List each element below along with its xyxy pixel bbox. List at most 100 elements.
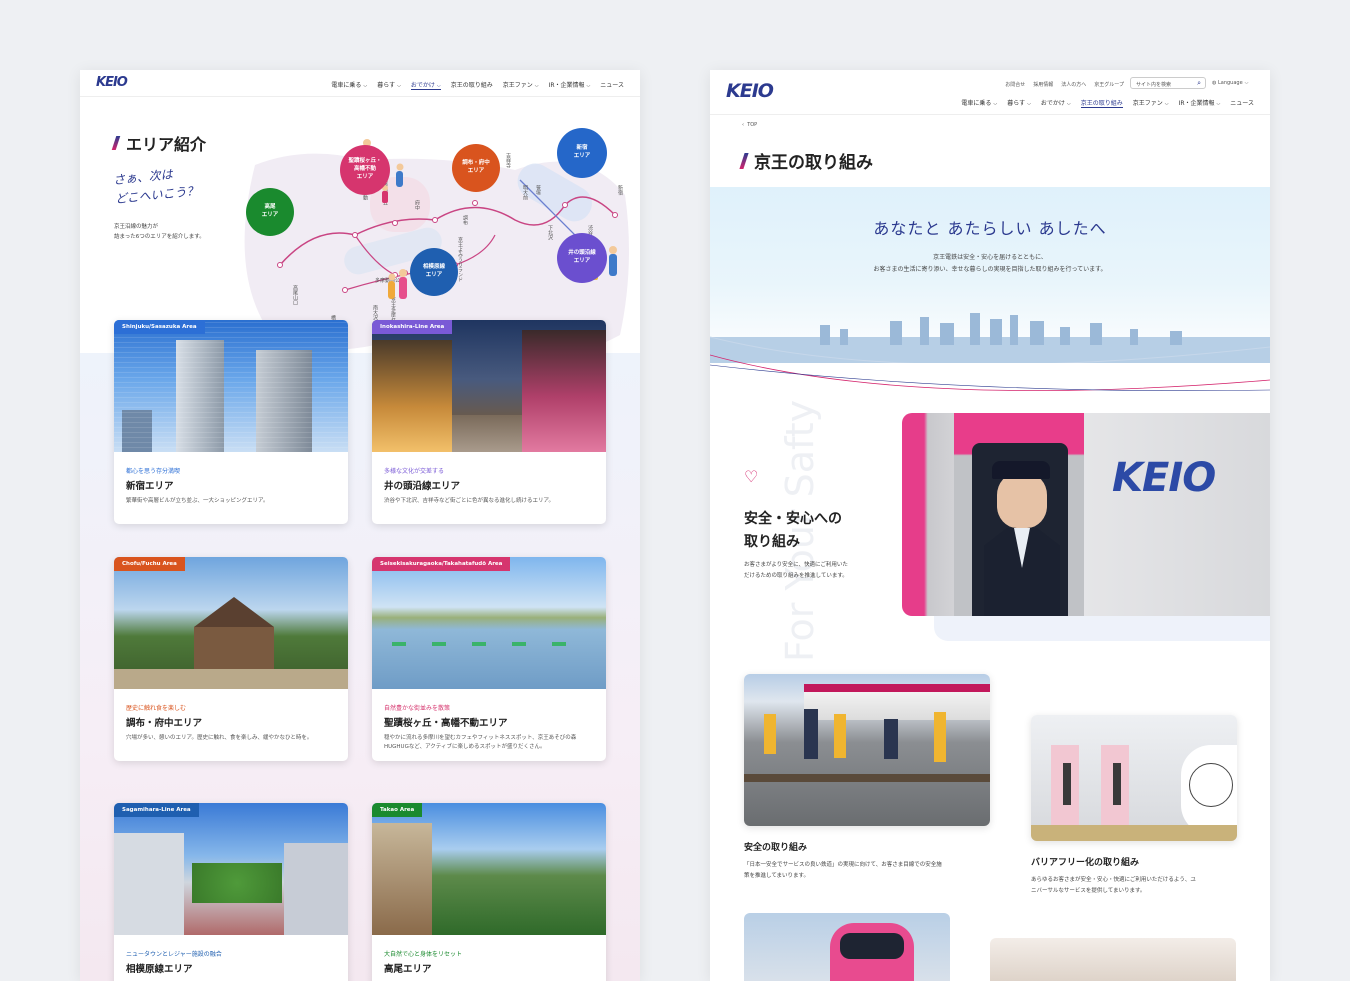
seiseki-photo: Seisekisakuragaoka/Takahatafudō Area [372,557,606,689]
heart-hand-icon: ♡ [744,467,759,486]
nav-item-ir[interactable]: IR・企業情報 ⌵ [549,80,591,90]
takao-photo: Takao Area [372,803,606,935]
util-contact[interactable]: お問合せ [1005,81,1025,88]
sagamihara-photo: Sagamihara-Line Area [114,803,348,935]
card-tag: Sagamihara-Line Area [114,803,199,817]
card-category: 多様な文化が交差する [384,468,445,475]
utility-nav: お問合せ 採用情報 法人の方へ 京王グループ [1005,81,1124,88]
station-label: 明大前 [522,185,528,201]
card-desc: 穏やかに流れる多摩川を望むカフェやフィットネススポット、京王あそびの森 HUGH… [384,735,577,750]
item-title-barrier-free[interactable]: バリアフリー化の取り組み [1031,855,1139,868]
util-group[interactable]: 京王グループ [1094,81,1124,88]
card-desc: 穴場が多い、憩いのエリア。歴史に触れ、食を楽しみ、緩やかなひと時を。 [126,735,313,741]
bubble-seiseki[interactable]: 聖蹟桜ヶ丘・ 高幡不動 エリア [340,145,390,195]
station-label: 南大沢 [372,304,378,321]
globe-icon: ◍ [1212,80,1217,86]
card-name: 聖蹟桜ヶ丘・高幡不動エリア [384,718,508,729]
bubble-chofu[interactable]: 調布・府中 エリア [452,144,500,192]
station-label: 京王よみうりランド [457,236,463,282]
header: KEIO 電車に乗る ⌵ 暮らす ⌵ おでかけ ⌵ 京王の取り組み 京王ファン ⌵ IR… [80,70,640,97]
bubble-shinjuku[interactable]: 新宿 エリア [557,128,607,178]
train-driver-photo: KEIO [902,413,1270,616]
nav-item-news[interactable]: ニュース [600,80,624,90]
nav-item-initiatives[interactable]: 京王の取り組み [1080,98,1123,108]
station-label: 高尾山口 [292,284,298,306]
hero-banner: あなたと あたらしい あしたへ 京王電鉄は安全・安心を届けるとともに、 お客さま… [710,187,1270,363]
title-bar-icon [111,136,121,150]
card-desc: 繁華街や高層ビルが立ち並ぶ、一大ショッピングエリア。 [126,498,269,504]
card-tag: Chofu/Fuchu Area [114,557,185,571]
card-category: 大自然で心と身体をリセット [384,951,463,958]
area-card-seiseki[interactable]: Seisekisakuragaoka/Takahatafudō Area 自然豊… [372,557,606,761]
station-dot [352,232,358,238]
station-label: 調布 [462,214,468,226]
area-card-shinjuku[interactable]: Shinjuku/Sasazuka Area 都心を思う存分満喫 新宿エリア 繁… [114,320,348,524]
card-name: 調布・府中エリア [126,718,203,729]
bubble-takao[interactable]: 高尾 エリア [246,188,294,236]
station-label: 笹塚 [535,184,541,196]
nav-item-outing[interactable]: おでかけ ⌵ [1041,98,1071,108]
page-title: エリア紹介 [111,131,206,155]
hero-heading: あなたと あたらしい あしたへ [873,219,1107,238]
search-icon[interactable]: ⌕ [1197,79,1201,88]
area-card-chofu[interactable]: Chofu/Fuchu Area 歴史に触れ食を楽しむ 調布・府中エリア 穴場が… [114,557,348,761]
search-input[interactable]: サイト内を検索 ⌕ [1130,77,1206,89]
station-dot [562,202,568,208]
nav-item-initiatives[interactable]: 京王の取り組み [451,80,493,90]
interior-photo[interactable] [990,938,1236,981]
initiatives-page-screenshot: KEIO お問合せ 採用情報 法人の方へ 京王グループ サイト内を検索 ⌕ ◍ … [710,70,1270,981]
item-title-safety[interactable]: 安全の取り組み [744,840,807,853]
card-tag: Inokashira-Line Area [372,320,453,334]
util-corporate[interactable]: 法人の方へ [1061,81,1086,88]
safety-work-photo[interactable] [744,674,990,826]
safety-text: お客さまがより安全に、快適にご利用いた だけるための取り組みを推進しています。 [744,562,848,579]
area-card-inokashira[interactable]: Inokashira-Line Area 多様な文化が交差する 井の頭沿線エリア… [372,320,606,524]
keio-logo[interactable]: KEIO [726,80,774,102]
title-bar-icon [739,152,749,169]
bubble-inokashira[interactable]: 井の頭沿線 エリア [557,233,607,283]
util-recruit[interactable]: 採用情報 [1033,81,1053,88]
global-nav: 電車に乗る ⌵ 暮らす ⌵ おでかけ ⌵ 京王の取り組み 京王ファン ⌵ IR・企業情報… [961,98,1254,108]
intro-text: 京王沿線の魅力が 詰まった6つのエリアを紹介します。 [114,224,205,241]
language-selector[interactable]: ◍ Language ⌵ [1212,80,1248,86]
nav-item-train[interactable]: 電車に乗る ⌵ [961,98,997,108]
nav-item-fan[interactable]: 京王ファン ⌵ [503,80,539,90]
shinjuku-photo: Shinjuku/Sasazuka Area [114,320,348,452]
card-desc: 渋谷や下北沢、吉祥寺など街ごとに色が異なる進化し続けるエリア。 [384,498,554,504]
station-dot [342,287,348,293]
nav-item-news[interactable]: ニュース [1230,98,1254,108]
tagline: さぁ、次は どこへいこう？ [112,167,200,207]
header-divider [710,114,1270,115]
nav-item-living[interactable]: 暮らす ⌵ [1007,98,1031,108]
hero-text: 京王電鉄は安全・安心を届けるとともに、 お客さまの生活に寄り添い、幸せな暮らしの… [873,254,1107,273]
train-front-photo[interactable] [744,913,950,981]
keio-logo[interactable]: KEIO [96,75,128,90]
area-page-screenshot: KEIO 電車に乗る ⌵ 暮らす ⌵ おでかけ ⌵ 京王の取り組み 京王ファン ⌵ IR… [80,70,640,981]
nav-item-fan[interactable]: 京王ファン ⌵ [1133,98,1169,108]
station-label: 新宿 [617,184,623,196]
station-dot [392,220,398,226]
breadcrumb[interactable]: ‹ TOP [742,122,757,128]
nav-item-outing[interactable]: おでかけ ⌵ [410,80,441,90]
card-name: 相模原線エリア [126,964,193,975]
station-dot [432,217,438,223]
card-category: ニュータウンとレジャー施設の融合 [126,951,222,958]
train-keio-logo: KEIO [1112,455,1216,501]
card-category: 自然豊かな街並みを散策 [384,705,451,712]
card-category: 都心を思う存分満喫 [126,468,181,475]
nav-item-living[interactable]: 暮らす ⌵ [377,80,401,90]
card-name: 井の頭沿線エリア [384,481,461,492]
station-label: 吉祥寺 [505,152,511,168]
safety-heading: 安全・安心への 取り組み [744,511,842,551]
area-card-sagamihara[interactable]: Sagamihara-Line Area ニュータウンとレジャー施設の融合 相模… [114,803,348,981]
bubble-sagamihara[interactable]: 相模原線 エリア [410,248,458,296]
station-label: 府中 [414,199,420,211]
nav-item-ir[interactable]: IR・企業情報 ⌵ [1179,98,1221,108]
nav-item-train[interactable]: 電車に乗る ⌵ [331,80,367,90]
chofu-photo: Chofu/Fuchu Area [114,557,348,689]
item-desc-safety: 「日本一安全でサービスの良い鉄道」の実現に向けて、お客さま目線での安全施 策を推… [744,862,942,879]
page-title: 京王の取り組み [739,148,873,173]
area-card-takao[interactable]: Takao Area 大自然で心と身体をリセット 高尾エリア [372,803,606,981]
barrier-free-photo[interactable] [1031,715,1237,841]
header: KEIO お問合せ 採用情報 法人の方へ 京王グループ サイト内を検索 ⌕ ◍ … [710,70,1270,114]
